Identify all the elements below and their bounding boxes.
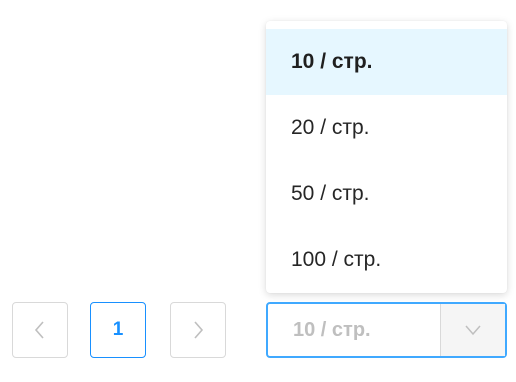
page-size-option-20[interactable]: 20 / стр. [266, 95, 507, 161]
page-size-value: 10 / стр. [293, 318, 371, 341]
option-label: 10 / стр. [291, 50, 373, 73]
next-page-button[interactable] [170, 302, 226, 358]
option-label: 20 / стр. [291, 116, 370, 139]
page-size-option-100[interactable]: 100 / стр. [266, 227, 507, 293]
page-size-option-10[interactable]: 10 / стр. [266, 29, 507, 95]
page-size-select[interactable]: 10 / стр. [266, 302, 507, 358]
page-number-label: 1 [112, 319, 124, 340]
page-size-dropdown: 10 / стр. 20 / стр. 50 / стр. 100 / стр. [266, 21, 507, 293]
chevron-left-icon [34, 321, 44, 339]
chevron-right-icon [194, 321, 204, 339]
chevron-down-icon [465, 325, 481, 336]
prev-page-button[interactable] [12, 302, 68, 358]
page-size-select-toggle[interactable] [440, 304, 505, 356]
option-label: 100 / стр. [291, 248, 382, 271]
page-size-option-50[interactable]: 50 / стр. [266, 161, 507, 227]
option-label: 50 / стр. [291, 182, 370, 205]
pagination-widget: 10 / стр. 20 / стр. 50 / стр. 100 / стр.… [0, 0, 516, 382]
page-number-button[interactable]: 1 [90, 302, 146, 358]
